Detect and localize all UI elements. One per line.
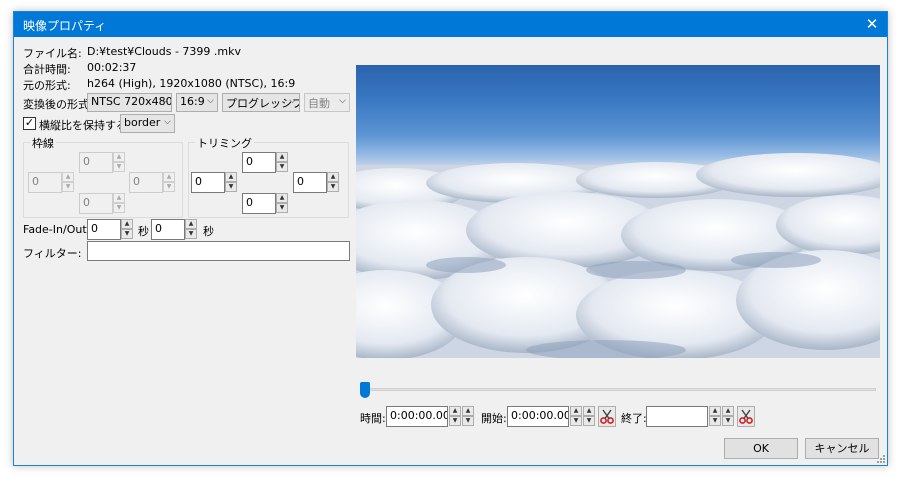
- arrow-down-icon: ▼: [113, 203, 125, 213]
- fade-out-unit: 秒: [203, 225, 214, 238]
- arrow-down-icon[interactable]: ▼: [583, 416, 595, 426]
- set-end-button[interactable]: [737, 406, 755, 427]
- trim-bottom-field[interactable]: 0: [242, 193, 276, 214]
- close-icon[interactable]: ✕: [857, 12, 887, 37]
- arrow-up-icon[interactable]: ▲: [462, 406, 474, 416]
- end-field[interactable]: [646, 406, 708, 427]
- arrow-down-icon: ▼: [62, 182, 74, 192]
- arrow-down-icon[interactable]: ▼: [570, 416, 582, 426]
- scissors-icon: [600, 409, 614, 424]
- timeline-slider-track[interactable]: [366, 388, 876, 391]
- auto-select: 自動 ⌵: [304, 93, 350, 112]
- arrow-down-icon: ▼: [163, 182, 175, 192]
- arrow-up-icon: ▲: [113, 193, 125, 203]
- arrow-up-icon[interactable]: ▲: [722, 406, 734, 416]
- arrow-down-icon[interactable]: ▼: [709, 416, 721, 426]
- cancel-button[interactable]: キャンセル: [805, 438, 879, 459]
- arrow-down-icon[interactable]: ▼: [276, 203, 288, 213]
- fade-label: Fade-In/Out:: [23, 223, 91, 236]
- convert-format-label: 変換後の形式:: [23, 98, 93, 111]
- arrow-up-icon[interactable]: ▲: [449, 406, 461, 416]
- arrow-down-icon[interactable]: ▼: [449, 416, 461, 426]
- duration-value: 00:02:37: [87, 61, 137, 74]
- fade-out-field[interactable]: 0: [151, 219, 185, 240]
- chevron-down-icon: ⌵: [161, 96, 168, 106]
- arrow-down-icon[interactable]: ▼: [462, 416, 474, 426]
- chevron-down-icon: ⌵: [289, 96, 296, 106]
- trim-left-field[interactable]: 0: [191, 172, 225, 193]
- time-label: 時間:: [360, 412, 386, 425]
- arrow-up-icon[interactable]: ▲: [276, 193, 288, 203]
- arrow-up-icon[interactable]: ▲: [121, 219, 133, 229]
- source-format-label: 元の形式:: [23, 79, 71, 92]
- video-preview: [356, 65, 880, 358]
- set-start-button[interactable]: [598, 406, 616, 427]
- filename-value: D:¥test¥Clouds - 7399 .mkv: [87, 45, 241, 58]
- video-properties-dialog: 映像プロパティ ✕ ファイル名: D:¥test¥Clouds - 7399 .…: [13, 11, 888, 466]
- timeline-slider-thumb[interactable]: [360, 382, 370, 398]
- arrow-up-icon[interactable]: ▲: [225, 172, 237, 182]
- chevron-down-icon: ⌵: [207, 96, 214, 106]
- output-format-select[interactable]: NTSC 720x480 ⌵: [87, 93, 172, 112]
- border-left-field: 0: [28, 172, 62, 193]
- source-format-value: h264 (High), 1920x1080 (NTSC), 16:9: [87, 77, 296, 90]
- scan-select[interactable]: プログレッシブ ⌵: [222, 93, 300, 112]
- aspect-mode-value: border: [124, 116, 161, 129]
- trim-top-field[interactable]: 0: [242, 152, 276, 173]
- fade-in-unit: 秒: [138, 225, 149, 238]
- end-label: 終了:: [621, 412, 647, 425]
- scissors-icon: [739, 409, 753, 424]
- arrow-down-icon[interactable]: ▼: [185, 229, 197, 239]
- title-bar: 映像プロパティ ✕: [14, 12, 887, 37]
- trim-right-field[interactable]: 0: [293, 172, 327, 193]
- border-top-field: 0: [79, 152, 113, 173]
- arrow-up-icon: ▲: [62, 172, 74, 182]
- start-field[interactable]: 0:00:00.000: [507, 406, 569, 427]
- auto-value: 自動: [308, 97, 330, 110]
- filter-input[interactable]: [87, 241, 350, 261]
- filter-label: フィルター:: [23, 247, 82, 260]
- filename-label: ファイル名:: [23, 47, 82, 60]
- arrow-up-icon[interactable]: ▲: [709, 406, 721, 416]
- start-label: 開始:: [481, 412, 507, 425]
- aspect-select[interactable]: 16:9 ⌵: [176, 93, 218, 112]
- output-format-value: NTSC 720x480: [91, 95, 172, 108]
- resize-grip-icon[interactable]: [875, 453, 885, 463]
- ok-button[interactable]: OK: [724, 438, 798, 459]
- arrow-down-icon[interactable]: ▼: [722, 416, 734, 426]
- arrow-down-icon[interactable]: ▼: [327, 182, 339, 192]
- window-title: 映像プロパティ: [23, 19, 107, 33]
- arrow-up-icon[interactable]: ▲: [583, 406, 595, 416]
- arrow-up-icon[interactable]: ▲: [276, 152, 288, 162]
- aspect-mode-select[interactable]: border ⌵: [120, 114, 175, 133]
- arrow-down-icon: ▼: [113, 162, 125, 172]
- aspect-value: 16:9: [180, 95, 205, 108]
- keep-aspect-label: 横縦比を保持する: [39, 119, 127, 132]
- time-field[interactable]: 0:00:00.000: [386, 406, 448, 427]
- arrow-up-icon[interactable]: ▲: [185, 219, 197, 229]
- chevron-down-icon: ⌵: [339, 96, 346, 106]
- arrow-down-icon[interactable]: ▼: [276, 162, 288, 172]
- chevron-down-icon: ⌵: [164, 117, 171, 127]
- arrow-up-icon[interactable]: ▲: [327, 172, 339, 182]
- keep-aspect-checkbox[interactable]: ✓: [23, 117, 36, 130]
- arrow-down-icon[interactable]: ▼: [225, 182, 237, 192]
- cloud-scene-image: [356, 153, 880, 358]
- border-right-field: 0: [129, 172, 163, 193]
- arrow-down-icon[interactable]: ▼: [121, 229, 133, 239]
- border-group-title: 枠線: [30, 135, 56, 151]
- check-icon: ✓: [24, 116, 35, 129]
- duration-label: 合計時間:: [23, 63, 71, 76]
- border-bottom-field: 0: [79, 193, 113, 214]
- arrow-up-icon[interactable]: ▲: [570, 406, 582, 416]
- fade-in-field[interactable]: 0: [87, 219, 121, 240]
- trim-group-title: トリミング: [195, 135, 254, 151]
- arrow-up-icon: ▲: [113, 152, 125, 162]
- arrow-up-icon: ▲: [163, 172, 175, 182]
